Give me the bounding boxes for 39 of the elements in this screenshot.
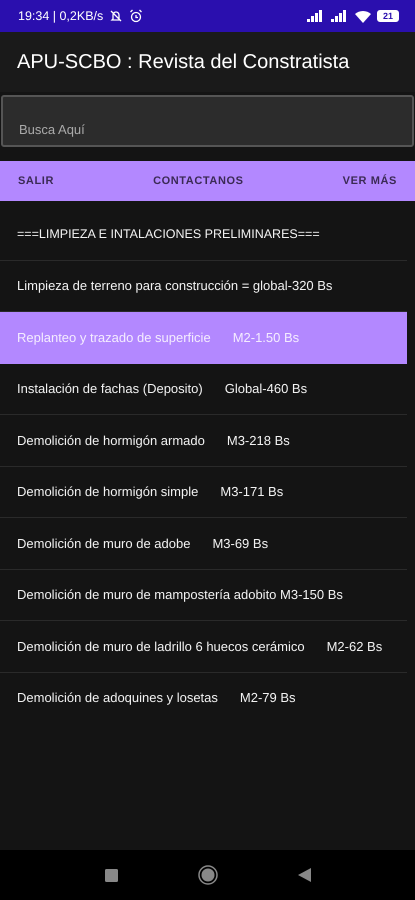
section-title: ===LIMPIEZA E INTALACIONES PRELIMINARES=== xyxy=(17,227,320,242)
list-item[interactable]: Instalación de fachas (Deposito) Global-460 Bs xyxy=(0,364,407,415)
item-name: Demolición de muro de adobe xyxy=(17,536,190,551)
item-name: Demolición de hormigón simple xyxy=(17,484,198,500)
item-price: M3-69 Bs xyxy=(212,536,268,551)
list-item[interactable]: Demolición de adoquines y losetas M2-79 Bs xyxy=(0,672,407,713)
item-name: Limpieza de terreno para construcción = global-320 Bs xyxy=(17,278,332,294)
item-price: M2-1.50 Bs xyxy=(232,330,300,345)
signal-icon xyxy=(331,10,349,22)
square-icon[interactable] xyxy=(104,868,118,882)
signal-icon xyxy=(307,10,325,22)
item-price: M3-218 Bs xyxy=(226,432,290,448)
item-name: Demolición de hormigón armado xyxy=(17,432,205,448)
item-name: Demolición de adoquines y losetas xyxy=(17,690,218,706)
triangle-icon[interactable] xyxy=(298,868,310,882)
item-price: M2-62 Bs xyxy=(326,638,382,654)
circle-icon[interactable] xyxy=(198,865,218,885)
item-name: Instalación de fachas (Deposito) xyxy=(17,381,203,396)
item-name: Replanteo y trazado de superficie xyxy=(17,330,211,345)
app-title: APU-SCBO : Revista del Constratista xyxy=(17,50,350,74)
battery-icon: 21 xyxy=(377,10,399,22)
list-item[interactable]: Demolición de muro de adobe M3-69 Bs xyxy=(0,518,407,570)
wifi-icon xyxy=(355,10,371,22)
item-price: M3-171 Bs xyxy=(220,484,284,500)
item-price: M2-79 Bs xyxy=(240,690,296,706)
menu-button[interactable]: CONTACTANOS xyxy=(143,167,254,195)
search-field[interactable]: Busca Aquí xyxy=(1,95,414,147)
list-item[interactable]: Demolición de muro de ladrillo 6 huecos cerámico M2-62 Bs xyxy=(0,621,407,672)
item-price: Global-460 Bs xyxy=(224,381,308,396)
menu-button[interactable]: VER MÁS xyxy=(332,167,407,195)
list-item[interactable]: Demolición de hormigón simple M3-171 Bs xyxy=(0,466,407,518)
alarm-icon xyxy=(129,9,144,23)
status-time: 19:34 | 0,2KB/s xyxy=(18,9,104,23)
item-name: Demolición de muro de mampostería adobito M3-150 Bs xyxy=(17,587,343,602)
list-item[interactable]: Demolición de muro de mampostería adobito M3-150 Bs xyxy=(0,570,407,621)
bell-off-icon xyxy=(109,9,124,23)
item-name: Demolición de muro de ladrillo 6 huecos cerámico xyxy=(17,638,305,654)
menu-button[interactable]: SALIR xyxy=(8,167,64,195)
list-item[interactable]: Demolición de hormigón armado M3-218 Bs xyxy=(0,415,407,466)
